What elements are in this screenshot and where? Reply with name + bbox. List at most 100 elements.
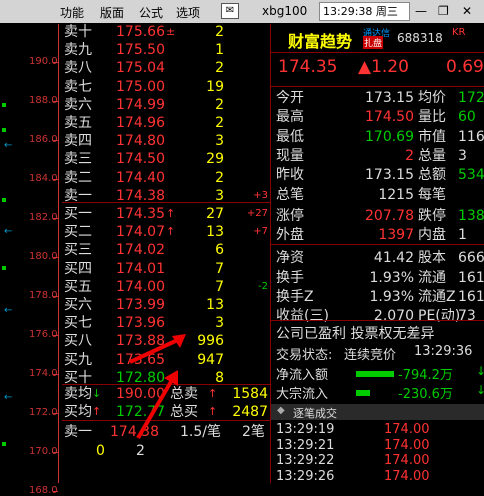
- trade-time: 13:29:26: [276, 468, 335, 484]
- quote-label: 跌停: [418, 207, 446, 224]
- collapse-icon[interactable]: ◆: [277, 405, 285, 416]
- menu-item-layout[interactable]: 版面: [100, 4, 124, 21]
- restore-icon[interactable]: ❐: [438, 4, 449, 18]
- bids-volume: 7: [215, 278, 224, 295]
- footer-value: 0: [96, 443, 105, 459]
- chart-marker: [2, 266, 6, 270]
- divider: [271, 244, 484, 245]
- quote-value: 138: [458, 207, 484, 224]
- quote-value: 5349: [458, 167, 484, 184]
- asks-volume: 29: [206, 151, 224, 168]
- mark-icon: ±: [166, 25, 176, 38]
- asks-level-label: 卖五: [64, 115, 92, 131]
- quote-label: 最高: [276, 109, 304, 126]
- trade-price: 174.00: [384, 468, 430, 484]
- bids-price: 174.07: [116, 224, 165, 241]
- bids-row[interactable]: 买三 174.02 6: [62, 241, 270, 259]
- quote-row: 现量 2 总量 3: [274, 147, 484, 166]
- trades-panel-header[interactable]: ◆ 逐笔成交: [271, 404, 484, 420]
- menu-item-formula[interactable]: 公式: [139, 4, 163, 21]
- bids-level-label: 买七: [64, 315, 92, 332]
- avg-sell-label: 卖均: [64, 386, 92, 402]
- quote-label: 市值: [418, 128, 446, 145]
- chart-y-tick: [53, 62, 58, 63]
- asks-row[interactable]: 卖八 175.04 2: [62, 59, 270, 77]
- chart-y-tick: [53, 140, 58, 141]
- bids-row[interactable]: 买一 174.35 ↑ 27 +27: [62, 205, 270, 223]
- arrow-down-icon: ↓: [92, 387, 102, 400]
- avg-buy-label: 买均: [64, 404, 92, 420]
- chart-y-tick: [53, 101, 58, 102]
- minimize-icon[interactable]: —: [415, 4, 427, 18]
- block-inflow-label: 大宗流入: [276, 387, 329, 402]
- quote-label: 每笔: [418, 186, 446, 203]
- menu-item-options[interactable]: 选项: [176, 4, 200, 21]
- asks-row[interactable]: 卖九 175.50 1: [62, 41, 270, 59]
- quote-value: 172: [458, 90, 484, 106]
- menu-item-function[interactable]: 功能: [60, 4, 84, 21]
- close-icon[interactable]: ✕: [462, 4, 472, 18]
- chart-marker: [2, 442, 6, 446]
- trades-panel-title: 逐笔成交: [293, 407, 337, 420]
- quote-row: 净资 41.42 股本 666: [274, 249, 484, 268]
- trade-price: 174.00: [384, 422, 430, 437]
- menu-bar: 功能 版面 公式 选项 ✉ xbg100 13:29:38 周三 — ❐ ✕: [0, 0, 484, 23]
- trade-price: 174.00: [384, 437, 430, 453]
- quote-value: 3: [458, 147, 467, 164]
- quote-label: 量比: [418, 109, 446, 126]
- asks-price: 175.66: [116, 24, 165, 40]
- bids-price: 173.99: [116, 297, 165, 313]
- chart-y-tick: [53, 335, 58, 336]
- asks-price: 174.99: [116, 96, 165, 113]
- bids-volume: 13: [206, 297, 224, 313]
- bids-row[interactable]: 买二 174.07 ↑ 13 +7: [62, 223, 270, 241]
- block-inflow-value: -230.6万: [398, 387, 453, 402]
- quote-row: 换手 1.93%流通 1611: [274, 269, 484, 288]
- asks-row[interactable]: 卖四 174.80 3: [62, 132, 270, 150]
- quote-value: 170.69: [365, 128, 414, 145]
- chart-dash-mark: ←: [4, 226, 13, 237]
- quote-label: 昨收: [276, 167, 304, 184]
- quote-value: 41.42: [373, 250, 414, 267]
- bids-level-label: 买四: [64, 260, 92, 277]
- quote-row: 今开 173.15 均价 172: [274, 89, 484, 108]
- asks-row[interactable]: 卖二 174.40 2: [62, 169, 270, 187]
- mark-icon: ↑: [166, 207, 176, 220]
- asks-level-label: 卖七: [64, 78, 92, 95]
- quote-value: 73: [458, 308, 476, 325]
- quote-value: 60: [458, 109, 476, 126]
- quote-row: 昨收 173.15总额 5349: [274, 166, 484, 185]
- quote-value: 173.15: [365, 90, 414, 106]
- divider: [271, 86, 484, 87]
- quote-value: 2: [405, 147, 414, 164]
- bids-price: 174.01: [116, 260, 165, 277]
- asks-volume: 19: [206, 78, 224, 95]
- asks-price: 174.50: [116, 151, 165, 168]
- arrow-up-icon: ↑: [92, 405, 102, 418]
- chart-y-tick: [53, 296, 58, 297]
- asks-row[interactable]: 卖六 174.99 2: [62, 96, 270, 114]
- asks-row[interactable]: 卖三 174.50 29: [62, 150, 270, 168]
- quote-label: 流通: [418, 269, 446, 286]
- chart-y-tick: [53, 179, 58, 180]
- mail-icon[interactable]: ✉: [221, 3, 239, 19]
- asks-volume: 1: [215, 42, 224, 59]
- quote-label: 总量: [418, 147, 446, 164]
- quote-label: 流通Z: [418, 289, 456, 305]
- asks-volume: 2: [215, 96, 224, 113]
- bids-level-label: 买五: [64, 278, 92, 295]
- bids-row[interactable]: 买四 174.01 7: [62, 260, 270, 278]
- bids-row[interactable]: 买五 174.00 7 -2: [62, 278, 270, 296]
- divider: [271, 320, 484, 321]
- asks-row[interactable]: 卖七 175.00 19: [62, 78, 270, 96]
- asks-row[interactable]: 卖五 174.96 2: [62, 114, 270, 132]
- trade-status-time: 13:29:36: [414, 344, 473, 359]
- bids-change: +27: [246, 208, 268, 219]
- chart-marker: [2, 103, 6, 107]
- asks-volume: 2: [215, 169, 224, 186]
- price-change: ▲1.20: [358, 57, 409, 77]
- bids-row[interactable]: 买六 173.99 13: [62, 296, 270, 314]
- chart-dash-mark: ←: [4, 305, 13, 316]
- asks-level-label: 卖四: [64, 133, 92, 150]
- asks-row[interactable]: 卖十 175.66 ±2: [62, 23, 270, 41]
